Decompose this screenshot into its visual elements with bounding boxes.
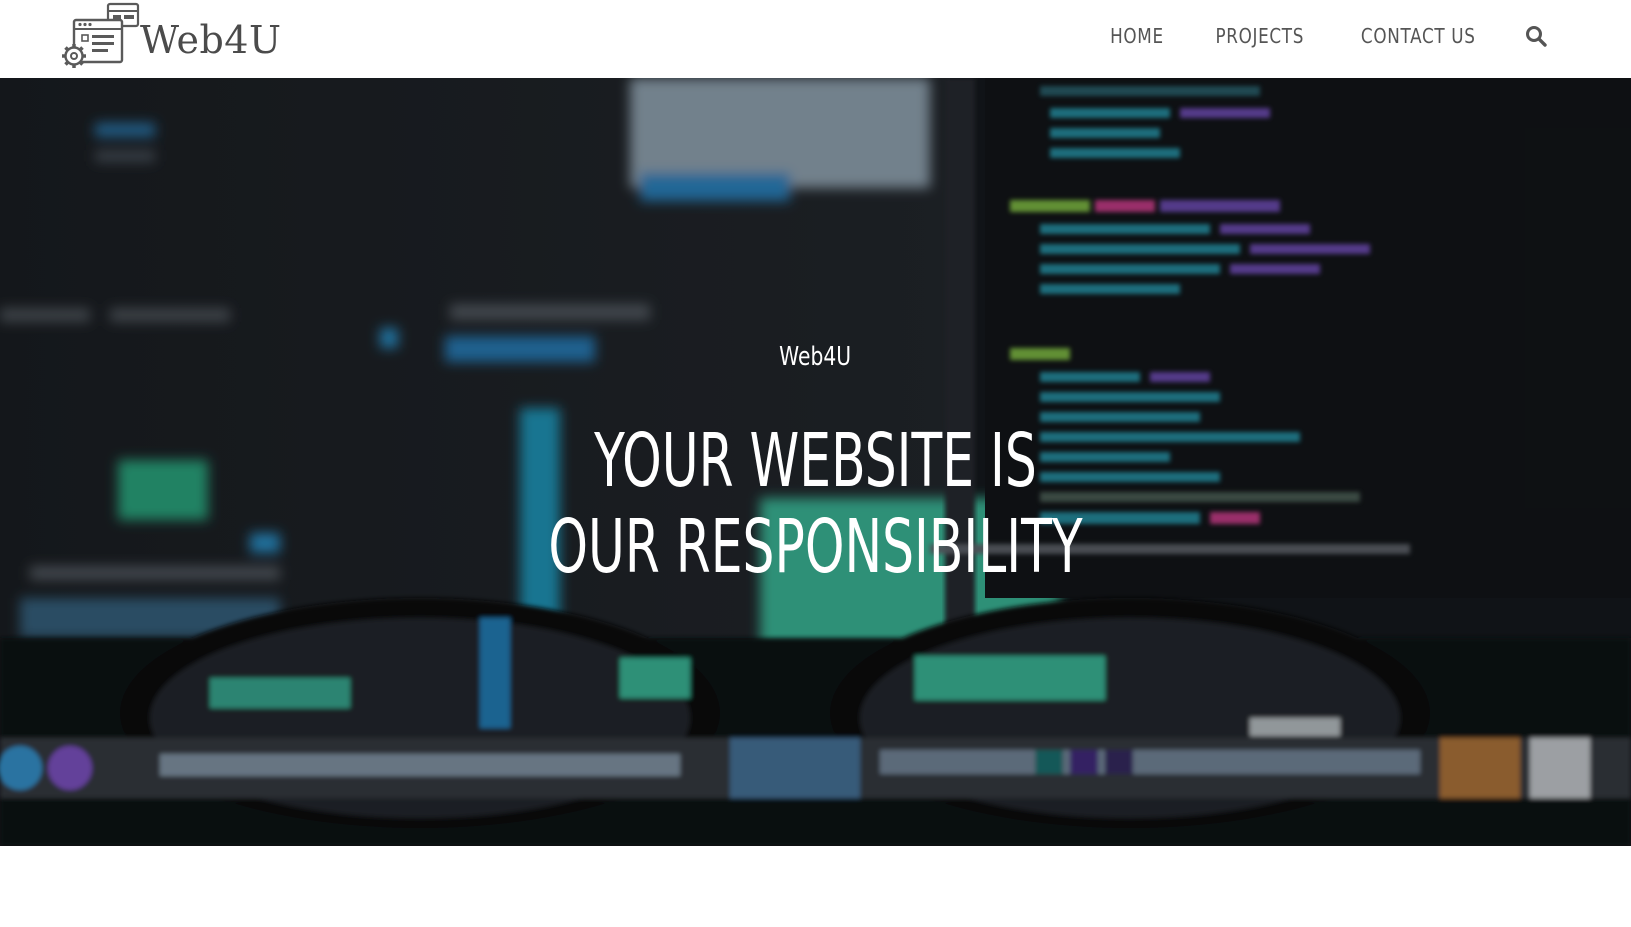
search-icon[interactable] xyxy=(1525,25,1547,47)
hero-banner: Web4U YOUR WEBSITE IS OUR RESPONSIBILITY xyxy=(0,78,1631,846)
nav-item-contact-us[interactable]: CONTACT US xyxy=(1361,24,1476,48)
hero-title: YOUR WEBSITE IS OUR RESPONSIBILITY xyxy=(0,418,1631,590)
hero-subtitle: Web4U xyxy=(0,342,1631,372)
hero-title-line-1: YOUR WEBSITE IS xyxy=(594,418,1037,504)
page-content-area xyxy=(0,846,1631,927)
hero-title-line-2: OUR RESPONSIBILITY xyxy=(548,504,1083,590)
logo-icon xyxy=(62,2,140,68)
logo[interactable]: Web4U xyxy=(62,2,281,70)
logo-text: Web4U xyxy=(140,18,282,62)
main-nav: HOME PROJECTS CONTACT US xyxy=(1105,0,1631,72)
nav-item-projects[interactable]: PROJECTS xyxy=(1215,24,1304,48)
hero-subtitle-text: Web4U xyxy=(779,342,852,372)
nav-item-home[interactable]: HOME xyxy=(1110,24,1164,48)
site-header: Web4U HOME PROJECTS CONTACT US xyxy=(0,0,1631,78)
